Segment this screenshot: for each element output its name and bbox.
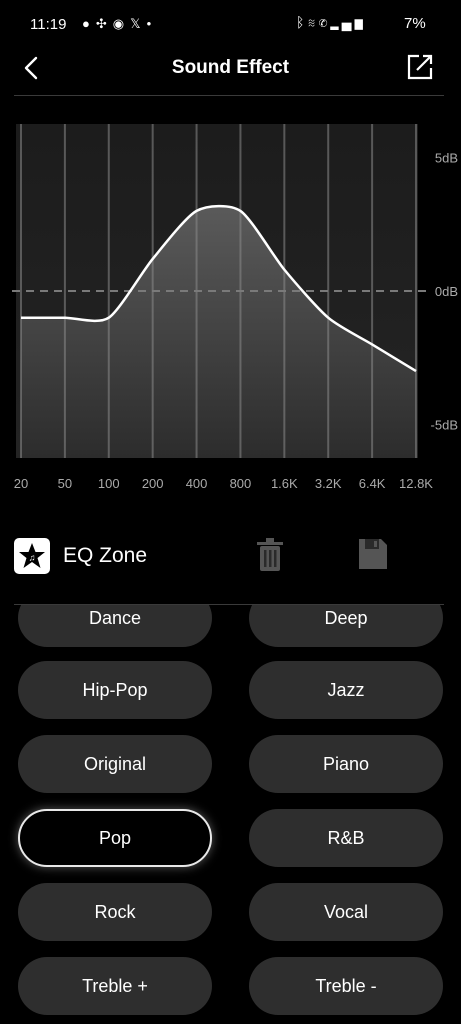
preset-button[interactable]: Treble +: [18, 957, 212, 1015]
frequency-label: 200: [142, 476, 164, 491]
eq-zone-label: EQ Zone: [63, 544, 148, 567]
chat-icon: ●: [82, 16, 96, 31]
frequency-label: 20: [14, 476, 28, 491]
x-icon: 𝕏: [130, 16, 147, 31]
preset-button[interactable]: Original: [18, 735, 212, 793]
eq-curve-chart[interactable]: 20 50 100 200 400 800 1.6K 3.2K 6.4K 12.8K 5dB 0dB -…: [0, 96, 461, 496]
network-icon: ✣: [95, 16, 113, 31]
preset-button[interactable]: Deep: [249, 605, 443, 647]
svg-text:♫: ♫: [29, 553, 36, 563]
frequency-label: 1.6K: [271, 476, 298, 491]
star-badge-icon: ♫: [19, 543, 45, 568]
status-bar: 11:19 ●✣◉𝕏• ᛒ≋✆▂▄▆ 7%: [0, 0, 461, 50]
system-icons: ᛒ≋✆▂▄▆: [296, 14, 366, 30]
save-button[interactable]: [356, 536, 392, 572]
frequency-label: 800: [230, 476, 252, 491]
frequency-label: 100: [98, 476, 120, 491]
preset-button-selected[interactable]: Pop: [18, 809, 212, 867]
preset-button[interactable]: Dance: [18, 605, 212, 647]
gain-label: 0dB: [435, 284, 458, 299]
preset-button[interactable]: Hip-Pop: [18, 661, 212, 719]
preset-button[interactable]: Piano: [249, 735, 443, 793]
delete-button[interactable]: [254, 537, 288, 573]
page-title: Sound Effect: [171, 57, 290, 78]
bluetooth-icon: ᛒ: [296, 14, 308, 30]
export-button[interactable]: [405, 52, 437, 84]
frequency-label: 50: [58, 476, 72, 491]
preset-button[interactable]: R&B: [249, 809, 443, 867]
export-icon: [407, 54, 433, 80]
messenger-icon: ◉: [112, 16, 131, 31]
dot-icon: •: [146, 16, 158, 31]
status-time: 11:19: [30, 16, 67, 33]
eq-graph[interactable]: 20 50 100 200 400 800 1.6K 3.2K 6.4K 12.8K 5dB 0dB -…: [0, 96, 461, 496]
eq-zone-logo-icon: ♫: [14, 538, 50, 574]
notification-icons: ●✣◉𝕏•: [82, 16, 157, 32]
header: Sound Effect: [0, 50, 461, 96]
preset-list[interactable]: Dance Deep Hip-Pop Jazz Original Piano P…: [0, 605, 461, 1024]
preset-button[interactable]: Rock: [18, 883, 212, 941]
preset-button[interactable]: Vocal: [249, 883, 443, 941]
battery-level: 7%: [404, 15, 426, 32]
preset-button[interactable]: Jazz: [249, 661, 443, 719]
gain-label: -5dB: [431, 418, 458, 433]
frequency-label: 12.8K: [399, 476, 433, 491]
wifi-icon: ≋: [307, 14, 319, 30]
trash-icon: [257, 538, 283, 571]
frequency-label: 6.4K: [359, 476, 386, 491]
gain-label: 5dB: [435, 151, 458, 166]
preset-button[interactable]: Treble -: [249, 957, 443, 1015]
frequency-label: 400: [186, 476, 208, 491]
eq-zone-bar: ♫ EQ Zone: [0, 528, 461, 584]
frequency-label: 3.2K: [315, 476, 342, 491]
save-disk-icon: [359, 539, 387, 569]
call-icon: ✆: [318, 14, 331, 30]
signal-icon: ▂▄▆: [330, 14, 366, 30]
